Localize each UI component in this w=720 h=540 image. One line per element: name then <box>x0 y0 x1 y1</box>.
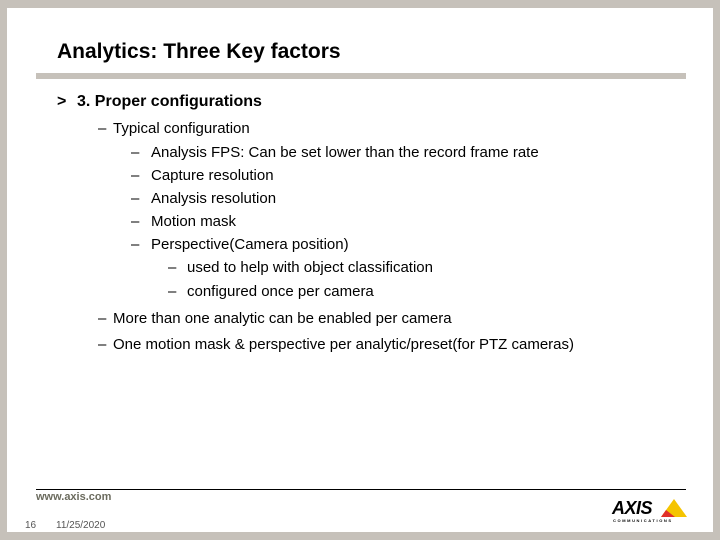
list-item-text: Analysis FPS: Can be set lower than the … <box>151 144 539 161</box>
list-item: – Motion mask <box>131 213 236 230</box>
list-item-text: configured once per camera <box>187 283 374 300</box>
slide-title: Analytics: Three Key factors <box>57 40 341 63</box>
list-item: – used to help with object classification <box>168 259 433 276</box>
title-divider <box>36 73 686 79</box>
list-item-text: Analysis resolution <box>151 190 277 207</box>
dash-bullet: – <box>131 190 140 207</box>
list-item: – One motion mask & perspective per analy… <box>98 336 574 353</box>
list-item-text: Motion mask <box>151 213 237 230</box>
logo-tagline: COMMUNICATIONS <box>613 518 673 523</box>
dash-bullet: – <box>131 213 140 230</box>
dash-bullet: – <box>168 259 177 276</box>
page-number: 16 <box>25 520 37 531</box>
list-item-text: Capture resolution <box>151 167 274 184</box>
dash-bullet: – <box>98 310 107 327</box>
dash-bullet: – <box>98 336 107 353</box>
chevron-right-icon: > <box>57 93 67 110</box>
list-item-text: Typical configuration <box>113 120 250 137</box>
logo-triangle-icon <box>661 499 687 517</box>
list-item-text: More than one analytic can be enabled pe… <box>113 310 452 327</box>
heading-bullet-item: >3. Proper configurations <box>57 93 262 111</box>
list-item: – Analysis resolution <box>131 190 276 207</box>
list-item: – Analysis FPS: Can be set lower than the… <box>131 144 539 161</box>
footer-url[interactable]: www.axis.com <box>36 491 111 503</box>
list-item: – Perspective(Camera position) <box>131 236 349 253</box>
dash-bullet: – <box>168 283 177 300</box>
list-item-text: used to help with object classification <box>187 259 433 276</box>
footer-date: 11/25/2020 <box>56 520 106 531</box>
list-item: – More than one analytic can be enabled p… <box>98 310 452 327</box>
list-item: – Capture resolution <box>131 167 274 184</box>
list-item-text: One motion mask & perspective per analyt… <box>113 336 575 353</box>
heading-text: 3. Proper configurations <box>77 93 262 110</box>
logo-wordmark: AXIS <box>612 498 653 518</box>
list-item: – Typical configuration <box>98 120 250 137</box>
dash-bullet: – <box>131 167 140 184</box>
footer-divider <box>36 489 686 490</box>
axis-logo: AXIS COMMUNICATIONS <box>612 499 688 525</box>
list-item-text: Perspective(Camera position) <box>151 236 349 253</box>
dash-bullet: – <box>131 144 140 161</box>
list-item: – configured once per camera <box>168 283 374 300</box>
dash-bullet: – <box>131 236 140 253</box>
dash-bullet: – <box>98 120 107 137</box>
